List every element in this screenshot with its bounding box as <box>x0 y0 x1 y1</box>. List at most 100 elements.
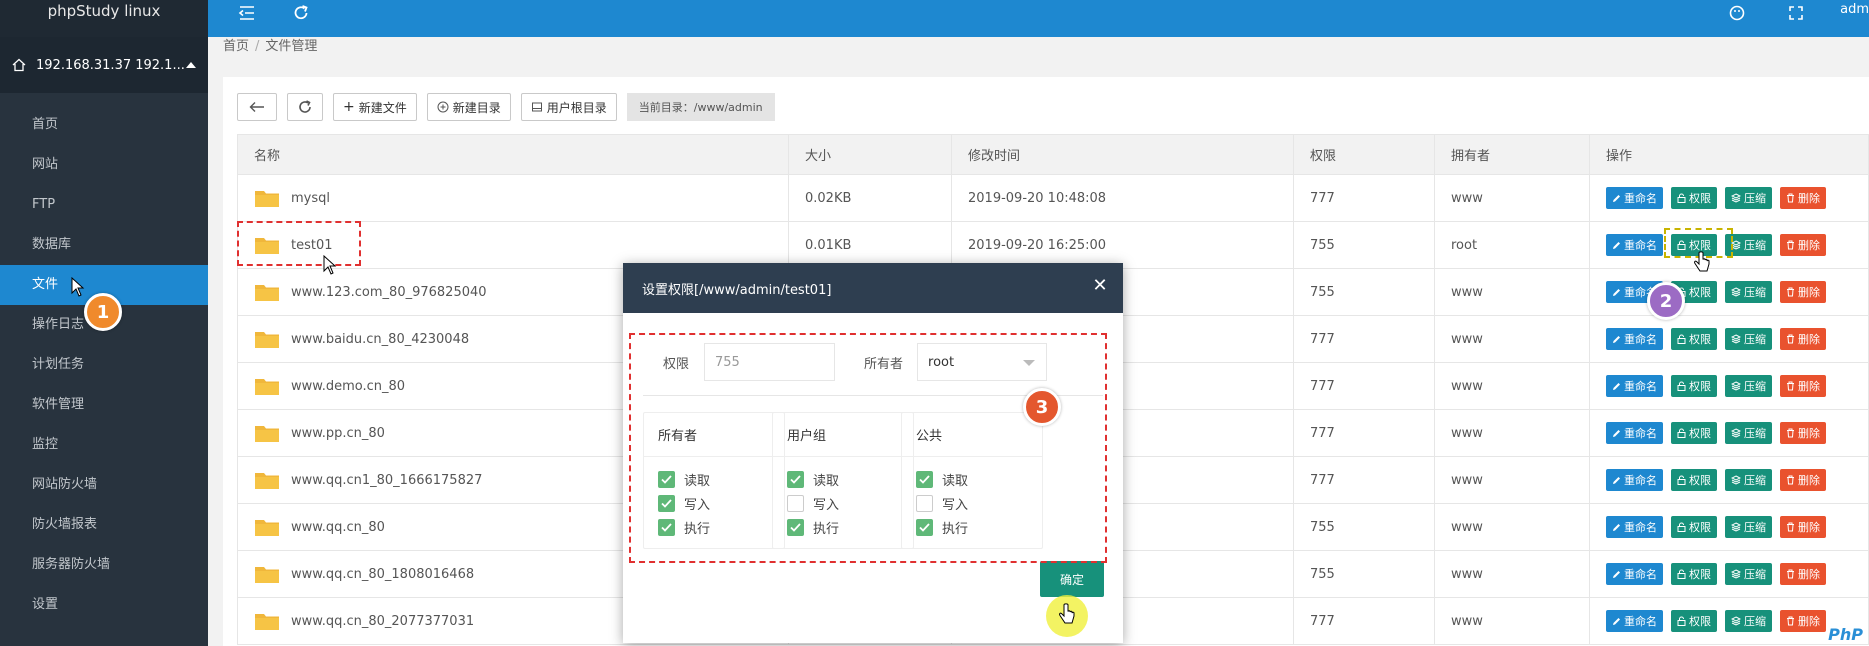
compress-button[interactable]: 压缩 <box>1725 328 1772 350</box>
file-name[interactable]: mysql <box>291 191 330 206</box>
server-selector[interactable]: 192.168.31.37 192.1... <box>0 37 208 93</box>
pencil-icon <box>1613 570 1620 578</box>
file-perm: 777 <box>1293 409 1435 457</box>
trash-icon <box>1787 616 1794 626</box>
rename-button[interactable]: 重命名 <box>1606 328 1663 350</box>
file-name[interactable]: www.qq.cn1_80_1666175827 <box>291 473 482 488</box>
sidebar-item-software[interactable]: 软件管理 <box>0 385 208 425</box>
rename-button[interactable]: 重命名 <box>1606 516 1663 538</box>
compress-button[interactable]: 压缩 <box>1725 563 1772 585</box>
file-name-cell[interactable]: mysql <box>237 174 789 222</box>
rename-button[interactable]: 重命名 <box>1606 610 1663 632</box>
file-ops: 重命名 权限 压缩 删除 <box>1589 268 1869 316</box>
col-size: 大小 <box>788 134 952 175</box>
compress-button[interactable]: 压缩 <box>1725 187 1772 209</box>
confirm-button[interactable]: 确定 <box>1040 561 1104 597</box>
file-name[interactable]: www.demo.cn_80 <box>291 379 405 394</box>
rename-button[interactable]: 重命名 <box>1606 469 1663 491</box>
lock-icon <box>1677 475 1686 485</box>
folder-icon <box>255 379 279 395</box>
user-root-button[interactable]: 用户根目录 <box>520 93 617 121</box>
delete-button[interactable]: 删除 <box>1780 610 1826 632</box>
permission-button[interactable]: 权限 <box>1671 187 1717 209</box>
table-row[interactable]: test01 0.01KB 2019-09-20 16:25:00 755 root 重命… <box>237 221 1869 269</box>
file-name[interactable]: www.123.com_80_976825040 <box>291 285 487 300</box>
lock-icon <box>1677 522 1686 532</box>
sidebar-item-database[interactable]: 数据库 <box>0 225 208 265</box>
rename-button[interactable]: 重命名 <box>1606 187 1663 209</box>
sidebar-item-home[interactable]: 首页 <box>0 105 208 145</box>
file-name[interactable]: www.pp.cn_80 <box>291 426 385 441</box>
permission-button[interactable]: 权限 <box>1671 469 1717 491</box>
compress-button[interactable]: 压缩 <box>1725 610 1772 632</box>
trash-icon <box>1787 193 1794 203</box>
hand-cursor-icon <box>1694 251 1710 272</box>
menu-fold-icon[interactable] <box>237 3 257 23</box>
back-button[interactable] <box>237 93 277 121</box>
sidebar-item-website[interactable]: 网站 <box>0 145 208 185</box>
file-perm: 777 <box>1293 362 1435 410</box>
rename-button[interactable]: 重命名 <box>1606 563 1663 585</box>
delete-button[interactable]: 删除 <box>1780 187 1826 209</box>
fullscreen-icon[interactable] <box>1786 3 1806 23</box>
rename-button[interactable]: 重命名 <box>1606 375 1663 397</box>
sidebar-item-settings[interactable]: 设置 <box>0 585 208 625</box>
file-owner: www <box>1434 550 1590 598</box>
permission-button[interactable]: 权限 <box>1671 375 1717 397</box>
lock-icon <box>1677 381 1686 391</box>
file-name[interactable]: www.qq.cn_80_1808016468 <box>291 567 474 582</box>
compress-button[interactable]: 压缩 <box>1725 469 1772 491</box>
file-owner: www <box>1434 268 1590 316</box>
sidebar-item-waf[interactable]: 网站防火墙 <box>0 465 208 505</box>
file-ops: 重命名 权限 压缩 删除 <box>1589 409 1869 457</box>
rename-label: 重命名 <box>1624 380 1657 393</box>
file-size: 0.01KB <box>788 221 952 269</box>
new-dir-button[interactable]: 新建目录 <box>426 93 511 121</box>
permission-button[interactable]: 权限 <box>1671 516 1717 538</box>
delete-button[interactable]: 删除 <box>1780 516 1826 538</box>
sidebar-item-server-firewall[interactable]: 服务器防火墙 <box>0 545 208 585</box>
sidebar-item-ftp[interactable]: FTP <box>0 185 208 225</box>
file-name[interactable]: www.qq.cn_80 <box>291 520 385 535</box>
table-row[interactable]: mysql 0.02KB 2019-09-20 10:48:08 777 www 重命名 权… <box>237 174 1869 222</box>
file-perm: 755 <box>1293 268 1435 316</box>
compress-button[interactable]: 压缩 <box>1725 375 1772 397</box>
delete-label: 删除 <box>1798 192 1820 205</box>
layers-icon <box>1731 193 1741 203</box>
delete-label: 删除 <box>1798 568 1820 581</box>
file-owner: www <box>1434 597 1590 645</box>
permission-button[interactable]: 权限 <box>1671 328 1717 350</box>
file-ops: 重命名 权限 压缩 删除 <box>1589 597 1869 645</box>
compress-button[interactable]: 压缩 <box>1725 516 1772 538</box>
refresh-list-button[interactable] <box>287 93 323 121</box>
delete-button[interactable]: 删除 <box>1780 328 1826 350</box>
rename-button[interactable]: 重命名 <box>1606 234 1663 256</box>
layers-icon <box>1731 616 1741 626</box>
breadcrumb-home[interactable]: 首页 <box>223 39 249 54</box>
sidebar-item-firewall-report[interactable]: 防火墙报表 <box>0 505 208 545</box>
permission-button[interactable]: 权限 <box>1671 563 1717 585</box>
refresh-icon[interactable] <box>291 3 311 23</box>
delete-button[interactable]: 删除 <box>1780 234 1826 256</box>
delete-button[interactable]: 删除 <box>1780 422 1826 444</box>
compress-button[interactable]: 压缩 <box>1725 281 1772 303</box>
delete-button[interactable]: 删除 <box>1780 281 1826 303</box>
new-file-button[interactable]: + 新建文件 <box>333 93 417 121</box>
file-name[interactable]: www.qq.cn_80_2077377031 <box>291 614 474 629</box>
permission-button[interactable]: 权限 <box>1671 610 1717 632</box>
col-mtime: 修改时间 <box>951 134 1294 175</box>
sidebar-item-monitor[interactable]: 监控 <box>0 425 208 465</box>
file-name[interactable]: www.baidu.cn_80_4230048 <box>291 332 469 347</box>
close-icon[interactable]: ✕ <box>1091 277 1109 295</box>
rename-button[interactable]: 重命名 <box>1606 422 1663 444</box>
sidebar-item-cron[interactable]: 计划任务 <box>0 345 208 385</box>
lock-icon <box>1677 428 1686 438</box>
palette-icon[interactable] <box>1727 3 1747 23</box>
delete-button[interactable]: 删除 <box>1780 375 1826 397</box>
permission-button[interactable]: 权限 <box>1671 422 1717 444</box>
compress-button[interactable]: 压缩 <box>1725 422 1772 444</box>
delete-button[interactable]: 删除 <box>1780 563 1826 585</box>
delete-button[interactable]: 删除 <box>1780 469 1826 491</box>
file-perm: 777 <box>1293 597 1435 645</box>
user-name[interactable]: adm <box>1840 2 1869 17</box>
